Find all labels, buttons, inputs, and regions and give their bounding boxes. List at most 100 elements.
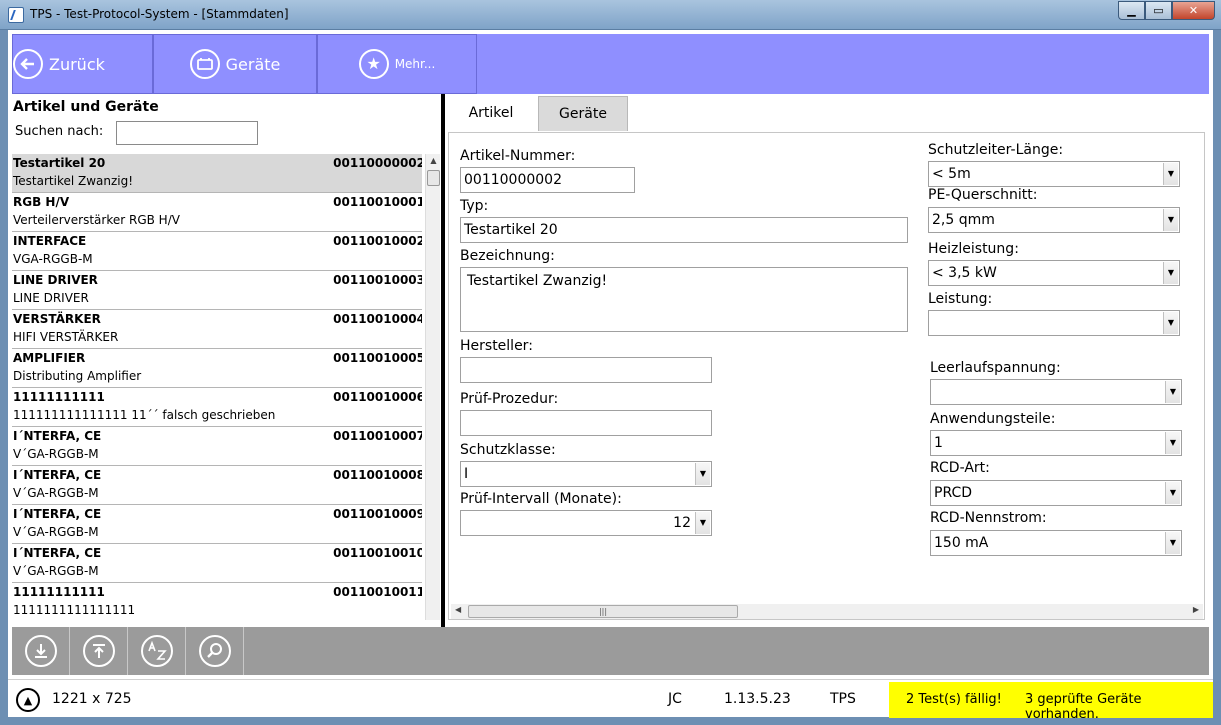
back-label: Zurück bbox=[49, 54, 105, 74]
maximize-icon: ▭ bbox=[1153, 4, 1164, 17]
import-button[interactable] bbox=[12, 627, 70, 675]
item-name: RGB H/V bbox=[13, 195, 70, 209]
window-title: TPS - Test-Protocol-System - [Stammdaten… bbox=[30, 7, 289, 21]
item-description: Testartikel Zwanzig! bbox=[13, 174, 134, 188]
status-warning-area[interactable]: 2 Test(s) fällig! 3 geprüfte Geräte vorh… bbox=[889, 682, 1213, 722]
item-description: V´GA-RGGB-M bbox=[13, 525, 99, 539]
rcd-nennstrom-select[interactable]: 150 mA ▼ bbox=[930, 530, 1182, 556]
chevron-down-icon[interactable]: ▼ bbox=[1163, 209, 1178, 231]
more-button[interactable]: ★ Mehr... bbox=[317, 34, 477, 94]
typ-field[interactable]: Testartikel 20 bbox=[460, 217, 908, 243]
item-name: LINE DRIVER bbox=[13, 273, 98, 287]
tab-bar: Artikel Geräte bbox=[445, 94, 1213, 132]
top-toolbar: Zurück Geräte ★ Mehr... bbox=[12, 34, 1209, 94]
list-item[interactable]: I´NTERFA, CE 00110010009 V´GA-RGGB-M bbox=[12, 505, 422, 544]
list-item[interactable]: I´NTERFA, CE 00110010010 V´GA-RGGB-M bbox=[12, 544, 422, 583]
pruef-prozedur-field[interactable] bbox=[460, 410, 712, 436]
chevron-down-icon[interactable]: ▼ bbox=[1163, 163, 1178, 185]
download-icon bbox=[24, 635, 57, 667]
star-icon: ★ bbox=[358, 49, 389, 79]
expand-up-button[interactable]: ▲ bbox=[16, 688, 40, 712]
leistung-select[interactable]: ▼ bbox=[928, 310, 1180, 336]
devices-label: Geräte bbox=[225, 54, 281, 74]
left-panel-title: Artikel und Geräte bbox=[13, 99, 159, 115]
pe-querschnitt-select[interactable]: 2,5 qmm ▼ bbox=[928, 207, 1180, 233]
status-bar: ▲ 1221 x 725 JC 1.13.5.23 TPS 2 Test(s) … bbox=[8, 679, 1213, 722]
heizleistung-value: < 3,5 kW bbox=[932, 265, 997, 281]
schutzklasse-select[interactable]: I ▼ bbox=[460, 461, 712, 487]
item-number: 00110010005 bbox=[333, 351, 422, 365]
status-app: TPS bbox=[830, 691, 856, 707]
hersteller-field[interactable] bbox=[460, 357, 712, 383]
list-item[interactable]: 11111111111 00110010011 1111111111111111 bbox=[12, 583, 422, 620]
list-item[interactable]: LINE DRIVER 00110010003 LINE DRIVER bbox=[12, 271, 422, 310]
list-item[interactable]: RGB H/V 00110010001 Verteilerverstärker RG… bbox=[12, 193, 422, 232]
item-name: 11111111111 bbox=[13, 390, 105, 404]
search-input[interactable] bbox=[116, 121, 258, 145]
device-icon bbox=[189, 49, 220, 79]
form-horizontal-scrollbar[interactable]: ◀ ||| ▶ bbox=[451, 604, 1203, 619]
close-button[interactable]: ✕ bbox=[1172, 1, 1215, 20]
chevron-down-icon[interactable]: ▼ bbox=[1163, 312, 1178, 334]
item-number: 00110010011 bbox=[333, 585, 422, 599]
chevron-down-icon[interactable]: ▼ bbox=[695, 463, 710, 485]
item-name: I´NTERFA, CE bbox=[13, 507, 102, 521]
list-item[interactable]: VERSTÄRKER 00110010004 HIFI VERSTÄRKER bbox=[12, 310, 422, 349]
chevron-down-icon[interactable]: ▼ bbox=[1165, 482, 1180, 504]
close-icon: ✕ bbox=[1188, 4, 1199, 17]
pruef-prozedur-label: Prüf-Prozedur: bbox=[460, 391, 559, 407]
pruef-intervall-value: 12 bbox=[673, 515, 691, 531]
item-description: Verteilerverstärker RGB H/V bbox=[13, 213, 180, 227]
item-description: 1111111111111111 bbox=[13, 603, 136, 617]
panel-splitter[interactable] bbox=[441, 94, 445, 627]
chevron-down-icon[interactable]: ▼ bbox=[695, 512, 710, 534]
schutzklasse-label: Schutzklasse: bbox=[460, 442, 556, 458]
list-item[interactable]: I´NTERFA, CE 00110010008 V´GA-RGGB-M bbox=[12, 466, 422, 505]
chevron-down-icon[interactable]: ▼ bbox=[1163, 262, 1178, 284]
tab-article[interactable]: Artikel bbox=[445, 94, 537, 132]
scrollbar-thumb[interactable] bbox=[427, 170, 440, 186]
list-item[interactable]: I´NTERFA, CE 00110010007 V´GA-RGGB-M bbox=[12, 427, 422, 466]
chevron-down-icon[interactable]: ▼ bbox=[1165, 432, 1180, 454]
hscrollbar-thumb[interactable]: ||| bbox=[468, 605, 738, 618]
sort-az-button[interactable] bbox=[128, 627, 186, 675]
tab-devices[interactable]: Geräte bbox=[538, 96, 628, 131]
magnifier-icon bbox=[198, 635, 231, 667]
list-item[interactable]: AMPLIFIER 00110010005 Distributing Amplifi… bbox=[12, 349, 422, 388]
item-number: 00110010006 bbox=[333, 390, 422, 404]
scroll-left-icon[interactable]: ◀ bbox=[455, 605, 461, 614]
anwendungsteile-select[interactable]: 1 ▼ bbox=[930, 430, 1182, 456]
export-button[interactable] bbox=[70, 627, 128, 675]
item-description: V´GA-RGGB-M bbox=[13, 447, 99, 461]
list-item[interactable]: INTERFACE 00110010002 VGA-RGGB-M bbox=[12, 232, 422, 271]
item-description: VGA-RGGB-M bbox=[13, 252, 93, 266]
chevron-down-icon[interactable]: ▼ bbox=[1165, 381, 1180, 403]
rcd-nennstrom-label: RCD-Nennstrom: bbox=[930, 510, 1047, 526]
rcd-art-select[interactable]: PRCD ▼ bbox=[930, 480, 1182, 506]
list-item[interactable]: Testartikel 20 00110000002 Testartikel Zwa… bbox=[12, 154, 422, 193]
list-item[interactable]: 11111111111 00110010006 111111111111111 11… bbox=[12, 388, 422, 427]
minimize-button[interactable]: ▁ bbox=[1118, 1, 1145, 20]
devices-button[interactable]: Geräte bbox=[153, 34, 317, 94]
arrow-left-icon bbox=[13, 49, 43, 79]
chevron-down-icon[interactable]: ▼ bbox=[1165, 532, 1180, 554]
item-name: INTERFACE bbox=[13, 234, 87, 248]
leerlaufspannung-select[interactable]: ▼ bbox=[930, 379, 1182, 405]
item-name: I´NTERFA, CE bbox=[13, 429, 102, 443]
anwendungsteile-label: Anwendungsteile: bbox=[930, 411, 1056, 427]
bezeichnung-field[interactable]: Testartikel Zwanzig! bbox=[460, 267, 908, 332]
artikel-nummer-field[interactable]: 00110000002 bbox=[460, 167, 635, 193]
pruef-intervall-select[interactable]: 12 ▼ bbox=[460, 510, 712, 536]
item-description: 111111111111111 11´´ falsch geschrieben bbox=[13, 408, 276, 422]
item-number: 00110010003 bbox=[333, 273, 422, 287]
scroll-up-icon[interactable]: ▲ bbox=[426, 154, 441, 168]
heizleistung-select[interactable]: < 3,5 kW ▼ bbox=[928, 260, 1180, 286]
schutzleiter-laenge-select[interactable]: < 5m ▼ bbox=[928, 161, 1180, 187]
maximize-button[interactable]: ▭ bbox=[1145, 1, 1172, 20]
list-vertical-scrollbar[interactable]: ▲ bbox=[425, 154, 440, 620]
schutzleiter-laenge-label: Schutzleiter-Länge: bbox=[928, 142, 1064, 158]
scroll-right-icon[interactable]: ▶ bbox=[1193, 605, 1199, 614]
search-button[interactable] bbox=[186, 627, 244, 675]
artikel-nummer-label: Artikel-Nummer: bbox=[460, 148, 576, 164]
back-button[interactable]: Zurück bbox=[12, 34, 153, 94]
